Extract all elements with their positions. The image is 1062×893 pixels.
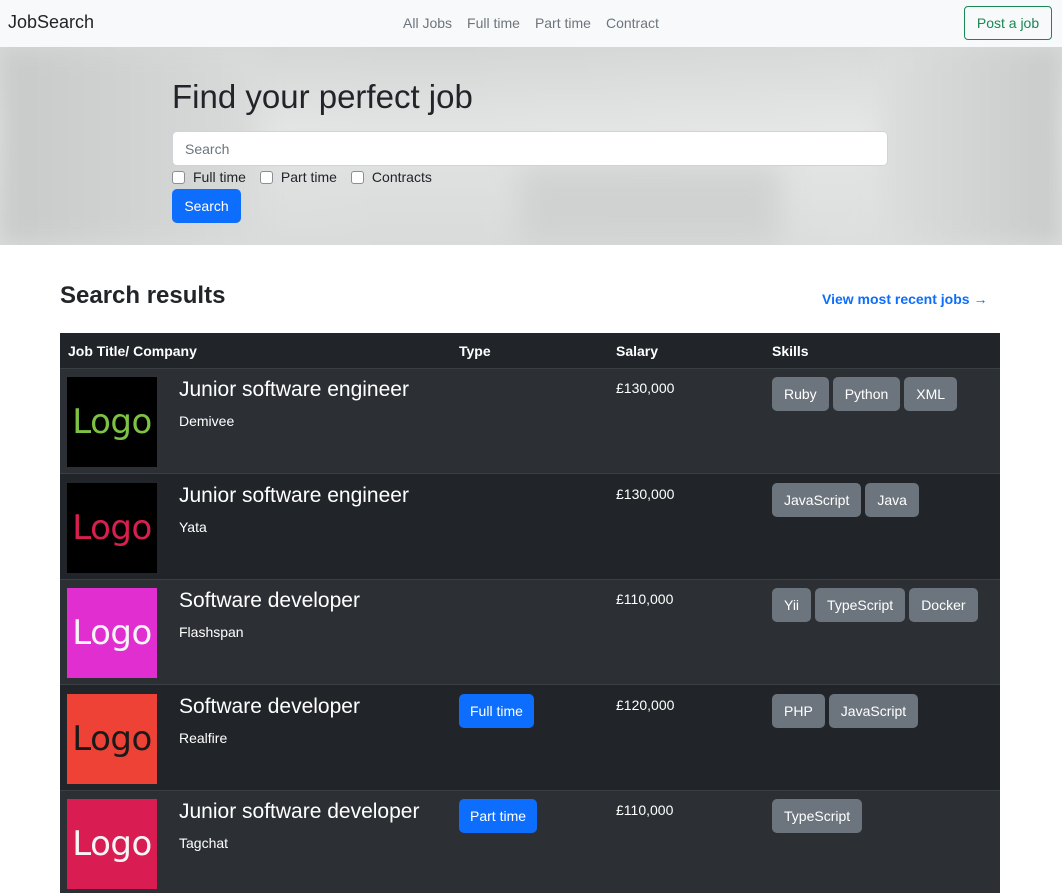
company-logo: Logo — [67, 799, 157, 889]
table-row[interactable]: Logo Software developer Realfire Full time £… — [60, 685, 1000, 791]
skill-badge: Ruby — [772, 377, 829, 411]
job-title[interactable]: Junior software engineer — [179, 378, 409, 402]
post-job-button[interactable]: Post a job — [964, 6, 1052, 40]
skill-badge: Python — [832, 377, 901, 411]
brand-logo[interactable]: JobSearch — [8, 12, 94, 33]
salary: £120,000 — [616, 696, 675, 713]
skills-list: TypeScript — [772, 799, 866, 833]
column-header-salary: Salary — [616, 343, 659, 359]
company-logo: Logo — [67, 482, 157, 573]
skill-badge: Java — [865, 482, 919, 517]
skills-list: JavaScript Java — [772, 482, 923, 517]
company-name: Realfire — [179, 729, 228, 746]
salary: £110,000 — [616, 591, 674, 607]
skill-badge: XML — [904, 377, 958, 411]
checkbox[interactable] — [350, 170, 364, 184]
company-logo: Logo — [67, 377, 157, 467]
skill-badge: JavaScript — [828, 693, 919, 728]
nav-link-part-time[interactable]: Part time — [535, 15, 591, 31]
filter-label: Contracts — [371, 169, 432, 185]
column-header-skills: Skills — [772, 343, 809, 359]
checkbox[interactable] — [259, 170, 273, 184]
filter-label: Full time — [193, 169, 246, 185]
column-header-title: Job Title/ Company — [68, 343, 197, 359]
hero-banner: Find your perfect job Full time Part tim… — [0, 47, 1062, 245]
results-table: Job Title/ Company Type Salary Skills Lo… — [60, 333, 1000, 893]
skill-badge: PHP — [772, 693, 825, 728]
skill-badge: Yii — [772, 588, 812, 622]
company-logo: Logo — [67, 693, 157, 784]
table-row[interactable]: Logo Junior software developer Tagchat Part… — [60, 791, 1000, 893]
company-name: Demivee — [179, 413, 235, 429]
company-name: Flashspan — [179, 624, 244, 640]
job-type-filters: Full time Part time Contracts — [172, 169, 446, 185]
job-title[interactable]: Junior software engineer — [179, 484, 409, 508]
nav-link-all-jobs[interactable]: All Jobs — [403, 15, 452, 31]
table-row[interactable]: Logo Junior software engineer Yata £130,000… — [60, 474, 1000, 580]
job-type-badge: Part time — [459, 799, 538, 833]
hero-background-blur — [880, 47, 1062, 245]
salary: £130,000 — [616, 380, 675, 396]
results-title: Search results — [60, 282, 226, 309]
search-input[interactable] — [172, 131, 888, 166]
skill-badge: TypeScript — [815, 588, 906, 622]
skills-list: Yii TypeScript Docker — [772, 588, 982, 622]
hero-title: Find your perfect job — [172, 78, 473, 115]
nav-links: All Jobs Full time Part time Contract — [403, 15, 674, 31]
hero-background-blur — [520, 167, 780, 245]
checkbox[interactable] — [172, 170, 185, 184]
company-name: Tagchat — [179, 835, 229, 851]
view-recent-jobs-link[interactable]: View most recent jobs → — [822, 291, 987, 307]
job-type-badge: Full time — [459, 693, 534, 728]
skills-list: Ruby Python XML — [772, 377, 961, 411]
filter-label: Part time — [280, 169, 337, 185]
table-header: Job Title/ Company Type Salary Skills — [60, 333, 1000, 369]
job-title[interactable]: Junior software developer — [179, 800, 419, 824]
search-button[interactable]: Search — [172, 189, 241, 223]
table-row[interactable]: Logo Software developer Flashspan £110,000 Y… — [60, 580, 1000, 685]
table-row[interactable]: Logo Junior software engineer Demivee £130,… — [60, 369, 1000, 474]
company-logo: Logo — [67, 588, 157, 678]
salary: £130,000 — [616, 485, 675, 502]
nav-link-full-time[interactable]: Full time — [467, 15, 520, 31]
column-header-type: Type — [459, 343, 491, 359]
skill-badge: TypeScript — [772, 799, 863, 833]
skills-list: PHP JavaScript — [772, 693, 922, 728]
skill-badge: JavaScript — [772, 482, 862, 517]
job-title[interactable]: Software developer — [179, 589, 360, 613]
company-name: Yata — [179, 518, 207, 535]
nav-link-contract[interactable]: Contract — [606, 15, 659, 31]
filter-contracts[interactable]: Contracts — [350, 169, 432, 185]
navbar: JobSearch All Jobs Full time Part time C… — [0, 0, 1062, 47]
filter-part-time[interactable]: Part time — [259, 169, 337, 185]
filter-full-time[interactable]: Full time — [172, 169, 246, 185]
skill-badge: Docker — [909, 588, 978, 622]
salary: £110,000 — [616, 802, 674, 818]
job-title[interactable]: Software developer — [179, 695, 360, 719]
